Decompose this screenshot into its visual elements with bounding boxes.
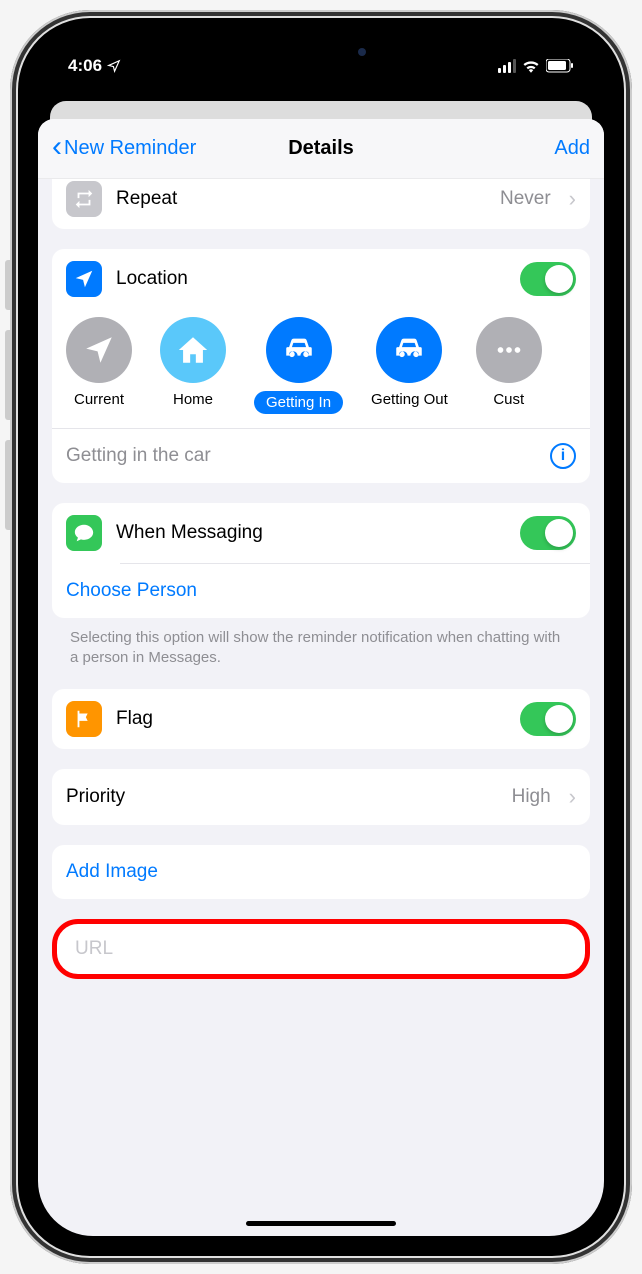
messages-icon xyxy=(66,515,102,551)
location-chip-getting-in[interactable]: Getting In xyxy=(254,317,343,414)
current-location-icon xyxy=(66,317,132,383)
location-row: Location xyxy=(52,249,590,309)
messaging-label: When Messaging xyxy=(116,522,506,544)
choose-person-button[interactable]: Choose Person xyxy=(52,564,590,618)
home-icon xyxy=(160,317,226,383)
home-indicator[interactable] xyxy=(246,1221,396,1226)
repeat-label: Repeat xyxy=(116,188,486,210)
back-label: New Reminder xyxy=(64,137,196,160)
location-type-selector[interactable]: Current Home Getting In xyxy=(52,309,590,428)
priority-row[interactable]: Priority High › xyxy=(52,769,590,825)
chevron-right-icon: › xyxy=(569,784,576,810)
more-icon xyxy=(476,317,542,383)
back-button[interactable]: ‹ New Reminder xyxy=(52,136,196,162)
location-chip-home[interactable]: Home xyxy=(160,317,226,414)
add-image-button[interactable]: Add Image xyxy=(52,845,590,899)
priority-value: High xyxy=(512,786,551,808)
chevron-left-icon: ‹ xyxy=(52,132,62,162)
add-button[interactable]: Add xyxy=(554,137,590,160)
location-toggle[interactable] xyxy=(520,262,576,296)
repeat-icon xyxy=(66,181,102,217)
location-detail-text: Getting in the car xyxy=(66,445,211,467)
location-chip-getting-out[interactable]: Getting Out xyxy=(371,317,448,414)
location-arrow-icon xyxy=(66,261,102,297)
repeat-value: Never xyxy=(500,188,551,210)
wifi-icon xyxy=(522,59,540,73)
car-icon xyxy=(376,317,442,383)
car-icon xyxy=(266,317,332,383)
flag-icon xyxy=(66,701,102,737)
location-services-icon xyxy=(107,59,121,73)
location-chip-custom[interactable]: Cust xyxy=(476,317,542,414)
url-field[interactable]: URL xyxy=(52,919,590,979)
location-label: Location xyxy=(116,268,506,290)
flag-toggle[interactable] xyxy=(520,702,576,736)
location-chip-current[interactable]: Current xyxy=(66,317,132,414)
priority-label: Priority xyxy=(66,786,498,808)
messaging-toggle[interactable] xyxy=(520,516,576,550)
messaging-row: When Messaging xyxy=(52,503,590,563)
status-time: 4:06 xyxy=(68,56,102,76)
messaging-hint: Selecting this option will show the remi… xyxy=(52,618,590,669)
cellular-signal-icon xyxy=(498,59,517,73)
battery-icon xyxy=(546,59,574,73)
chevron-right-icon: › xyxy=(569,186,576,212)
url-placeholder: URL xyxy=(75,938,113,959)
flag-row: Flag xyxy=(52,689,590,749)
repeat-row[interactable]: Repeat Never › xyxy=(52,179,590,229)
flag-label: Flag xyxy=(116,708,506,730)
location-detail-row[interactable]: Getting in the car i xyxy=(52,428,590,483)
details-sheet: ‹ New Reminder Details Add xyxy=(38,119,604,1236)
info-icon[interactable]: i xyxy=(550,443,576,469)
